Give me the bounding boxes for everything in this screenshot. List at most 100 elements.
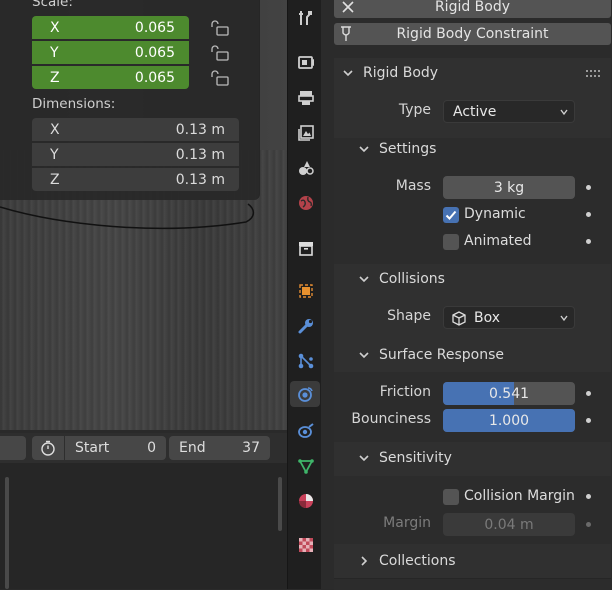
constraint-icon — [341, 26, 351, 41]
scale-z-axis: Z — [50, 69, 60, 86]
chevron-down-icon — [343, 70, 353, 77]
collisions-header[interactable]: Collisions — [357, 271, 445, 287]
scale-y-field[interactable]: Y 0.065 — [32, 41, 189, 64]
rigid-body-constraint-label: Rigid Body Constraint — [396, 26, 549, 42]
tab-particles[interactable] — [293, 348, 319, 374]
tab-view-layer[interactable] — [293, 120, 319, 146]
tab-object[interactable] — [293, 278, 319, 304]
tab-data[interactable] — [293, 453, 319, 479]
surface-response-header[interactable]: Surface Response — [357, 347, 504, 363]
shape-value: Box — [474, 309, 501, 326]
mass-label: Mass — [395, 178, 431, 194]
unlock-icon[interactable] — [210, 20, 230, 36]
rigid-body-constraint-button[interactable]: Rigid Body Constraint — [334, 23, 611, 45]
collection-icon — [299, 242, 313, 256]
scene-icon — [299, 161, 314, 175]
dynamic-checkbox[interactable] — [443, 207, 459, 223]
tab-collection[interactable] — [293, 235, 319, 261]
rigid-body-panel-header[interactable]: Rigid Body — [341, 65, 438, 81]
material-icon — [299, 494, 313, 508]
collisions-title: Collisions — [379, 271, 445, 287]
tab-modifier[interactable] — [293, 313, 319, 339]
dimension-x-field[interactable]: X 0.13 m — [32, 118, 239, 141]
keyframe-dot[interactable] — [586, 522, 591, 527]
3d-viewport[interactable]: Scale: X 0.065 Y 0.065 Z 0.065 Dimension… — [0, 0, 287, 430]
animated-checkbox[interactable] — [443, 234, 459, 250]
collections-title: Collections — [379, 553, 456, 569]
dimension-z-field[interactable]: Z 0.13 m — [32, 168, 239, 191]
type-value: Active — [453, 103, 497, 120]
start-frame-field[interactable]: Start 0 — [65, 436, 166, 460]
output-icon — [298, 91, 314, 105]
chevron-down-icon — [359, 352, 369, 359]
object-icon — [299, 284, 313, 298]
tab-output[interactable] — [293, 85, 319, 111]
data-icon — [298, 459, 314, 474]
bounciness-label: Bounciness — [351, 411, 431, 427]
dimension-z-value: 0.13 m — [175, 171, 225, 188]
start-frame-label: Start — [75, 440, 110, 456]
next-subpanel-edge — [334, 578, 611, 590]
remove-rigid-body-button[interactable]: Rigid Body — [334, 0, 611, 18]
tab-constraints[interactable] — [293, 418, 319, 444]
tab-scene[interactable] — [293, 155, 319, 181]
timeline-area[interactable] — [0, 463, 287, 589]
transform-sidebar: Scale: X 0.065 Y 0.065 Z 0.065 Dimension… — [0, 0, 260, 200]
view-layer-icon — [298, 125, 314, 141]
scale-z-field[interactable]: Z 0.065 — [32, 66, 189, 89]
tab-material[interactable] — [293, 488, 319, 514]
dimension-z-axis: Z — [50, 171, 60, 188]
tab-render[interactable] — [293, 49, 319, 75]
keyframe-dot[interactable] — [586, 494, 591, 499]
friction-slider[interactable]: 0.541 — [443, 382, 575, 405]
drag-handle-icon[interactable] — [585, 69, 603, 79]
tab-world[interactable] — [293, 190, 319, 216]
cube-icon — [452, 310, 466, 326]
scale-x-field[interactable]: X 0.065 — [32, 16, 189, 39]
tab-physics[interactable] — [290, 381, 320, 407]
tab-tool[interactable] — [293, 5, 319, 31]
shape-dropdown[interactable]: Box — [443, 306, 575, 329]
properties-editor: Rigid Body Rigid Body Constraint Rigid B… — [321, 0, 612, 590]
stopwatch-button[interactable] — [32, 436, 64, 460]
sensitivity-header[interactable]: Sensitivity — [357, 450, 452, 466]
world-icon — [299, 196, 313, 210]
type-dropdown[interactable]: Active — [443, 100, 575, 123]
dimension-y-field[interactable]: Y 0.13 m — [32, 143, 239, 166]
scale-z-value: 0.065 — [134, 69, 175, 86]
sensitivity-title: Sensitivity — [379, 450, 452, 466]
dimension-y-value: 0.13 m — [175, 146, 225, 163]
settings-header[interactable]: Settings — [357, 141, 436, 157]
chevron-down-icon — [359, 276, 369, 283]
keyframe-dot[interactable] — [586, 212, 591, 217]
shape-label: Shape — [387, 308, 431, 324]
scale-label: Scale: — [32, 0, 73, 10]
keyframe-dot[interactable] — [586, 418, 591, 423]
timeline-scrollbar-right[interactable] — [278, 477, 282, 531]
keyframe-dot[interactable] — [586, 185, 591, 190]
unlock-icon[interactable] — [210, 45, 230, 61]
chevron-down-icon — [560, 109, 568, 116]
dynamic-label: Dynamic — [464, 206, 526, 222]
stopwatch-icon — [41, 440, 55, 456]
end-frame-field[interactable]: End 37 — [169, 436, 270, 460]
timeline-scrollbar-left[interactable] — [5, 477, 9, 589]
close-icon — [342, 1, 354, 13]
bounciness-slider[interactable]: 1.000 — [443, 409, 575, 432]
collections-header[interactable]: Collections — [357, 553, 456, 569]
keyframe-dot[interactable] — [586, 239, 591, 244]
tab-texture[interactable] — [293, 532, 319, 558]
timeline-menu-button[interactable] — [0, 436, 26, 460]
margin-field[interactable]: 0.04 m — [443, 513, 575, 536]
unlock-icon[interactable] — [210, 70, 230, 86]
chevron-right-icon — [361, 556, 368, 566]
dimension-x-value: 0.13 m — [175, 121, 225, 138]
friction-label: Friction — [379, 384, 431, 400]
scale-y-value: 0.065 — [134, 44, 175, 61]
keyframe-dot[interactable] — [586, 391, 591, 396]
chevron-down-icon — [359, 455, 369, 462]
mass-field[interactable]: 3 kg — [443, 176, 575, 199]
mass-value: 3 kg — [493, 179, 525, 196]
rigid-body-button-label: Rigid Body — [434, 0, 511, 15]
collision-margin-checkbox[interactable] — [443, 489, 459, 505]
